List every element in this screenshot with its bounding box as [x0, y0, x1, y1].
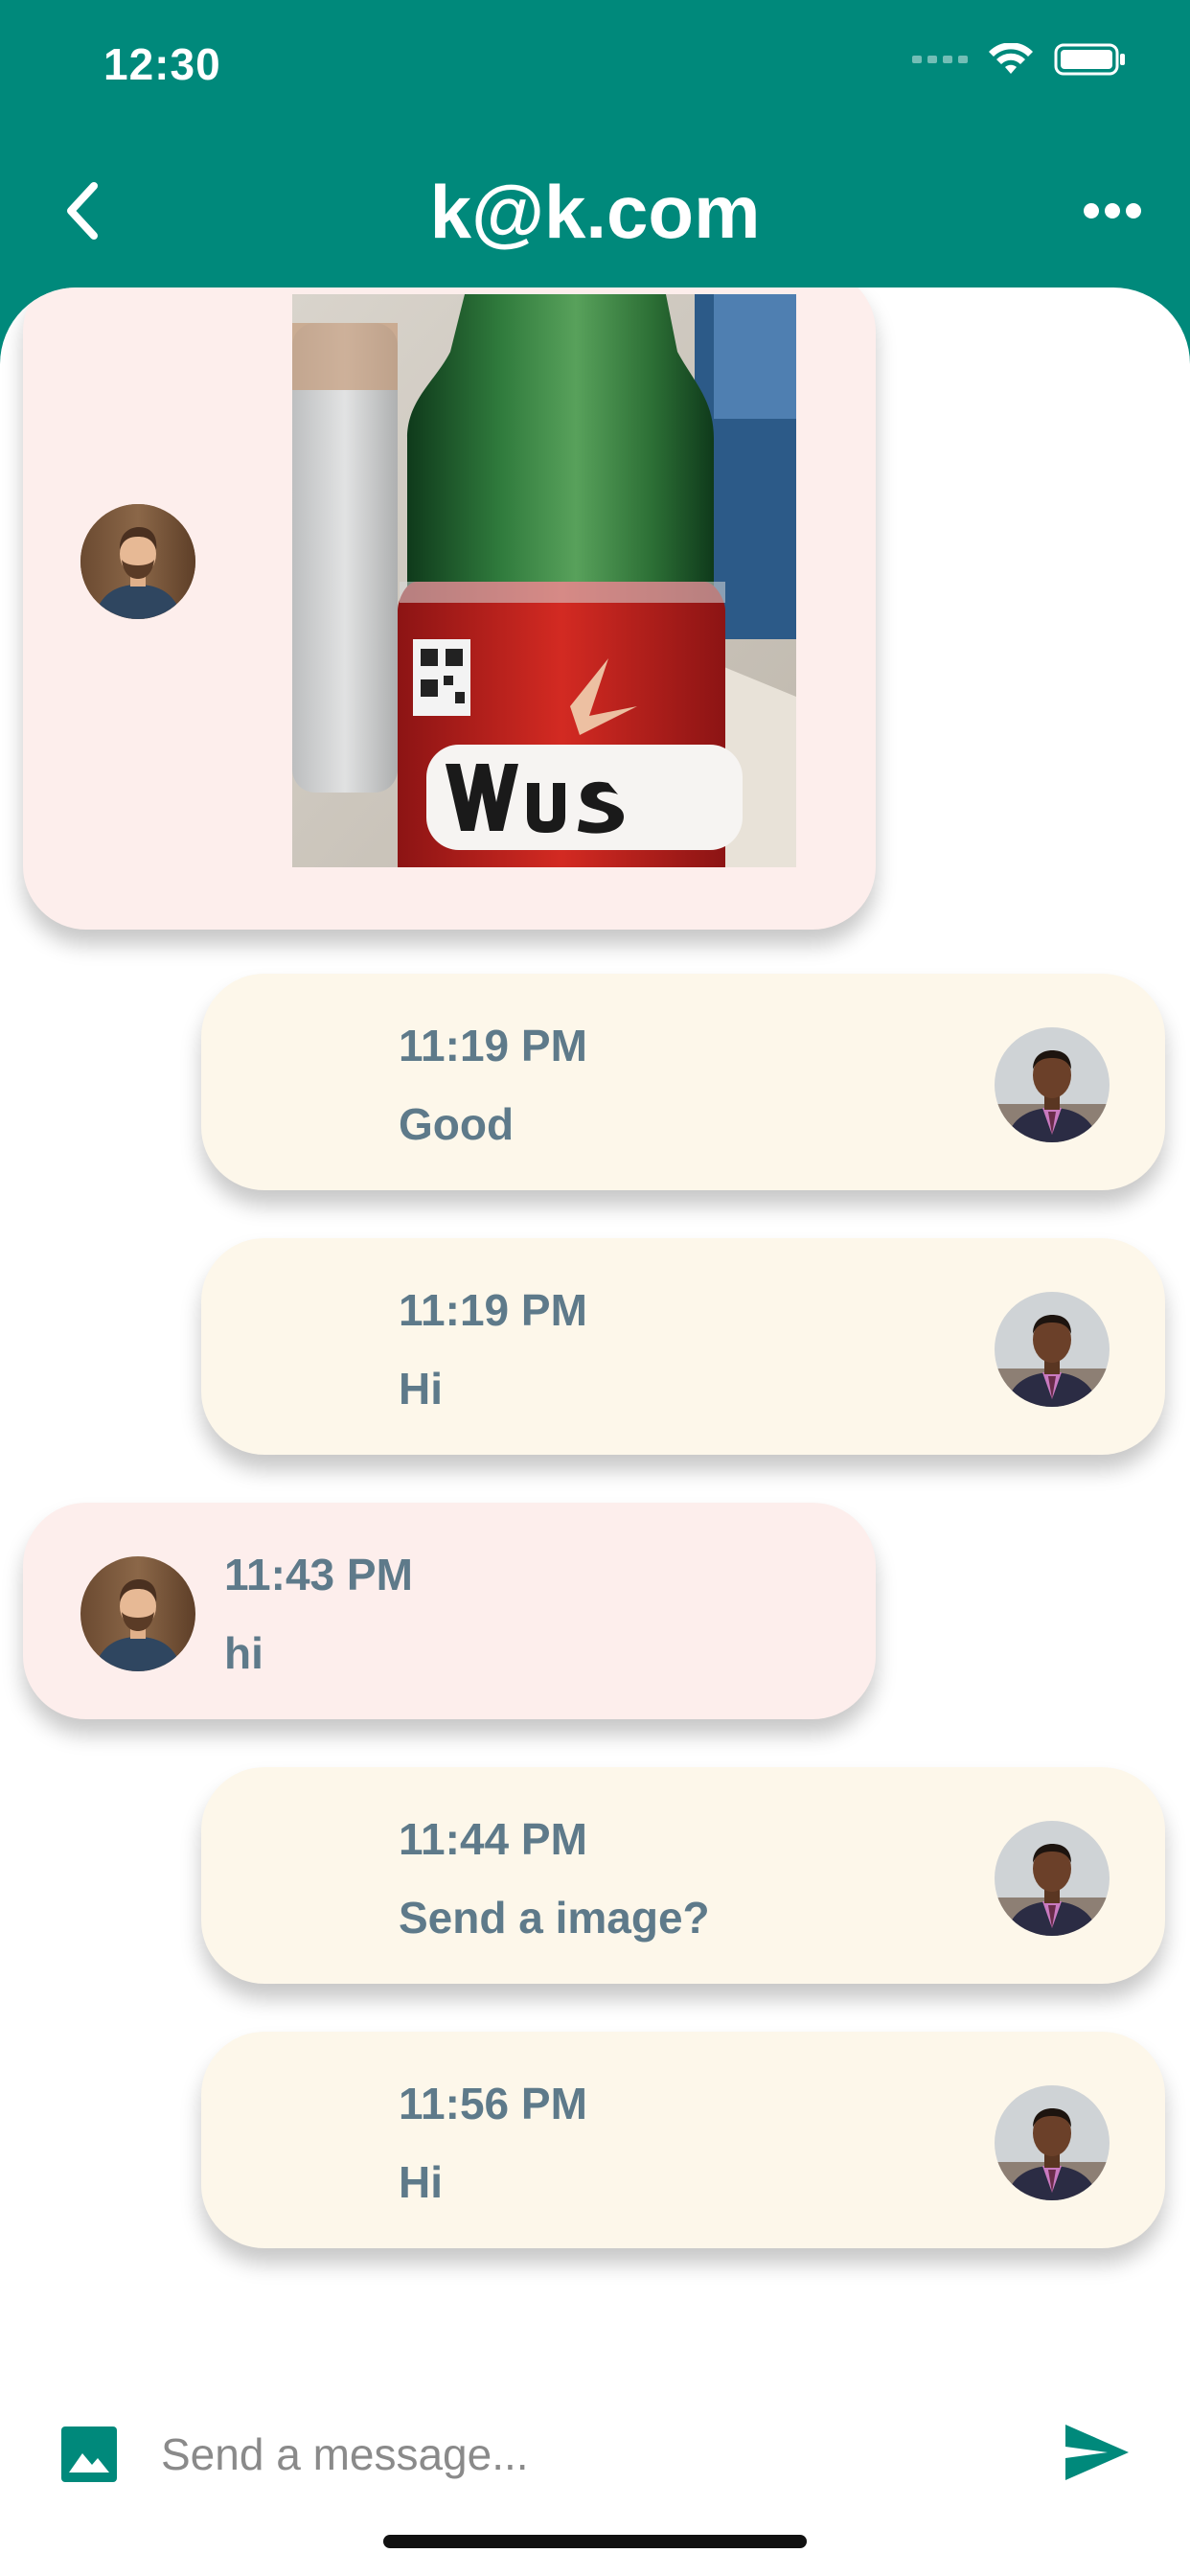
message-time: 11:44 PM — [399, 1814, 587, 1864]
send-icon — [1065, 2425, 1129, 2480]
status-time: 12:30 — [103, 39, 221, 89]
attach-image-button[interactable] — [59, 2425, 119, 2484]
avatar — [995, 1292, 1110, 1407]
message-bubble[interactable]: 11:43 PM hi — [23, 1503, 876, 1719]
status-icons — [912, 42, 1127, 77]
status-bar: 12:30 — [0, 0, 1190, 134]
more-options-button[interactable] — [1069, 182, 1156, 240]
message-text: Good — [399, 1099, 515, 1149]
more-horizontal-icon — [1084, 203, 1141, 218]
message-input[interactable] — [159, 2417, 1025, 2492]
message-bubble[interactable]: 11:19 PM Hi — [201, 1238, 1165, 1455]
message-time: 11:56 PM — [399, 2079, 587, 2128]
message-time: 11:19 PM — [399, 1021, 587, 1070]
avatar — [80, 504, 195, 619]
avatar — [995, 1027, 1110, 1142]
message-text: hi — [224, 1628, 263, 1678]
message-bubble[interactable]: 11:19 PM Good — [201, 974, 1165, 1190]
message-bubble-image[interactable] — [23, 288, 876, 930]
message-list[interactable]: 11:19 PM Good 11:19 PM Hi 11:43 PM hi 11… — [0, 288, 1190, 2576]
image-icon — [61, 2426, 117, 2482]
message-composer — [0, 2396, 1190, 2511]
send-button[interactable] — [1062, 2417, 1133, 2488]
message-time: 11:19 PM — [399, 1285, 587, 1335]
message-text: Hi — [399, 1364, 443, 1414]
chat-header: k@k.com — [0, 144, 1190, 278]
home-indicator — [383, 2535, 807, 2548]
message-photo[interactable] — [292, 294, 796, 867]
avatar — [995, 1821, 1110, 1936]
message-bubble[interactable]: 11:56 PM Hi — [201, 2032, 1165, 2248]
page-title: k@k.com — [429, 170, 761, 254]
avatar — [80, 1556, 195, 1671]
battery-icon — [1054, 43, 1125, 76]
avatar — [995, 2085, 1110, 2200]
wifi-icon — [989, 43, 1033, 74]
message-time: 11:43 PM — [224, 1550, 413, 1599]
message-bubble[interactable]: 11:44 PM Send a image? — [201, 1767, 1165, 1984]
message-text: Hi — [399, 2157, 443, 2207]
message-text: Send a image? — [399, 1893, 710, 1943]
signal-icon — [912, 56, 968, 63]
